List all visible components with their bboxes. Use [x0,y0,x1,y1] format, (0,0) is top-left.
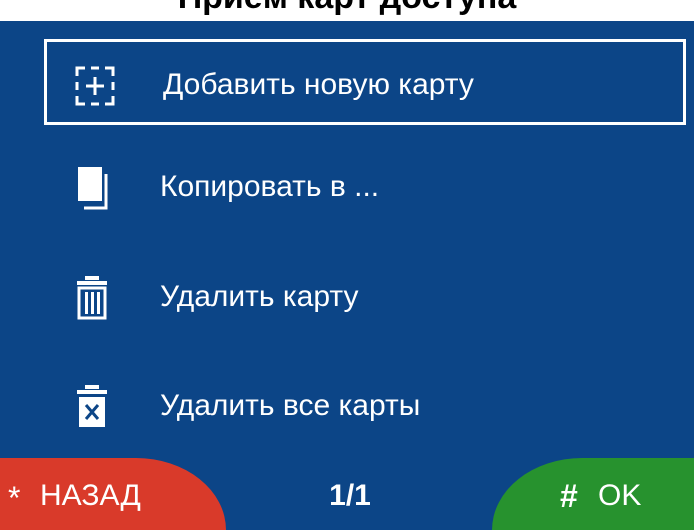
menu-item-label: Удалить карту [160,280,359,313]
footer-bar: * НАЗАД 1/1 # OK [0,458,694,530]
trash-icon [68,274,116,322]
menu-item-delete-card[interactable]: Удалить карту [44,254,686,340]
ok-button[interactable]: # OK [492,458,694,530]
back-button[interactable]: * НАЗАД [0,458,226,530]
screen-title: Приём карт доступа [0,0,694,17]
menu-item-label: Добавить новую карту [163,68,474,101]
back-button-label: НАЗАД [40,479,141,512]
star-key-icon: * [8,480,21,516]
menu-item-copy[interactable]: Копировать в ... [44,144,686,230]
menu-item-label: Копировать в ... [160,170,380,203]
page-indicator: 1/1 [329,479,371,512]
menu-item-delete-all[interactable]: Удалить все карты [44,363,686,449]
menu-item-add-card[interactable]: Добавить новую карту [44,39,686,125]
delete-all-icon [68,383,116,431]
header-bar: Приём карт доступа [0,0,694,21]
ok-button-label: OK [598,479,642,512]
copy-icon [68,164,116,212]
hash-key-icon: # [560,478,578,514]
menu-item-label: Удалить все карты [160,389,421,422]
add-card-icon [71,62,119,110]
